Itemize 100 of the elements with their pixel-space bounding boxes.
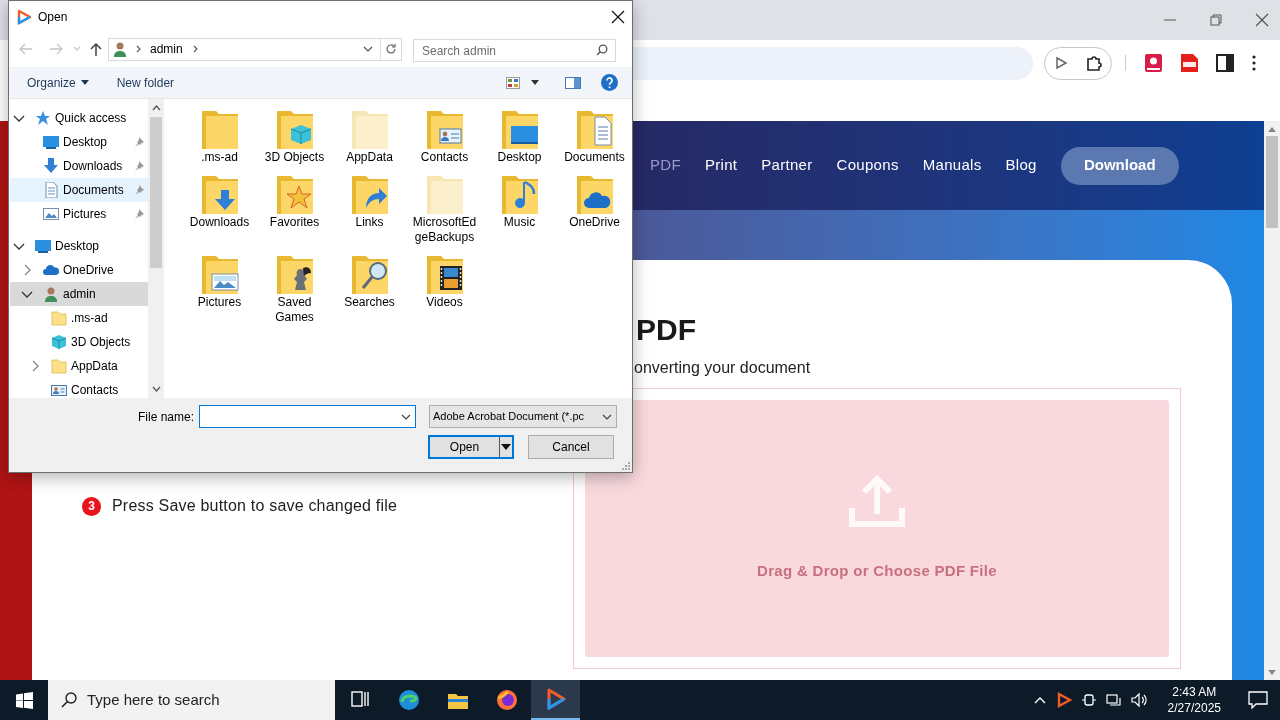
scrollbar-thumb[interactable] (1266, 136, 1278, 228)
speaker-icon[interactable] (1130, 692, 1149, 708)
folder-item[interactable]: Contacts (407, 110, 482, 165)
picture-icon (43, 206, 59, 222)
refresh-icon[interactable] (385, 43, 397, 55)
folder-item[interactable]: Music (482, 175, 557, 245)
folder-item[interactable]: Documents (557, 110, 632, 165)
tree-item[interactable]: Documents (10, 178, 148, 202)
scroll-up-icon[interactable] (1268, 126, 1276, 132)
taskbar-search[interactable]: Type here to search (48, 680, 335, 720)
network-icon[interactable] (1105, 692, 1122, 708)
toolbar-button[interactable]: New folder (108, 70, 183, 95)
tree-item[interactable]: Desktop (10, 130, 148, 154)
view-grid-icon[interactable] (506, 76, 520, 89)
page-scrollbar[interactable] (1264, 121, 1280, 680)
document-icon (43, 182, 59, 198)
puzzle-icon[interactable] (1084, 54, 1103, 72)
drop-zone-label: Drag & Drop or Choose PDF File (757, 561, 997, 582)
caret-icon (401, 413, 412, 420)
step-text: Press Save button to save changed file (112, 496, 398, 516)
folder-item[interactable]: Saved Games (257, 255, 332, 325)
nav-link[interactable]: Manuals (922, 154, 982, 177)
notification-icon[interactable] (1248, 691, 1268, 709)
page-subtitle: onverting your document (634, 358, 811, 378)
clock[interactable]: 2:43 AM 2/27/2025 (1163, 684, 1225, 716)
pdf-file-icon[interactable] (1180, 53, 1199, 73)
play-icon[interactable] (1055, 692, 1072, 708)
tree-item[interactable]: Contacts (10, 378, 148, 398)
nav-link[interactable]: Coupons (836, 154, 899, 177)
caret-icon[interactable] (531, 80, 539, 85)
scroll-down-icon[interactable] (151, 386, 161, 392)
folder-item[interactable]: MicrosoftEdgeBackups (407, 175, 482, 245)
resize-grip-icon[interactable] (621, 461, 630, 470)
help-icon[interactable] (601, 74, 618, 91)
folder-item[interactable]: Desktop (482, 110, 557, 165)
folder-item[interactable]: Searches (332, 255, 407, 325)
download-button[interactable]: Download (1060, 146, 1179, 185)
nav-link[interactable]: Print (704, 154, 738, 177)
folder-item[interactable]: Videos (407, 255, 482, 325)
folder-item[interactable]: Pictures (182, 255, 257, 325)
wave-icon (397, 689, 420, 711)
field-label: File name: (138, 408, 195, 426)
caret-icon[interactable] (500, 444, 512, 450)
toolbar-button[interactable]: Organize (19, 70, 97, 95)
folder-item[interactable]: OneDrive (557, 175, 632, 245)
more-icon[interactable] (1251, 54, 1257, 72)
monitor-icon (43, 134, 59, 150)
sidebar-icon[interactable] (1216, 54, 1234, 72)
folder-item[interactable]: AppData (332, 110, 407, 165)
scroll-up-icon[interactable] (151, 105, 161, 111)
dialog-button[interactable]: Open (428, 435, 514, 459)
monitor-icon (35, 238, 51, 254)
preview-pane-icon[interactable] (565, 76, 581, 89)
tree-item[interactable]: Quick access (10, 106, 148, 130)
dialog-button[interactable]: Cancel (528, 435, 614, 459)
folder-item[interactable]: 3D Objects (257, 110, 332, 165)
tree-item[interactable]: admin (10, 282, 148, 306)
user-icon (43, 286, 59, 302)
tree-item[interactable]: OneDrive (10, 258, 148, 282)
tree-item[interactable]: Desktop (10, 234, 148, 258)
taskbar-app[interactable] (531, 680, 580, 720)
nav-link[interactable]: Partner (761, 154, 813, 177)
file-name-field[interactable] (199, 405, 417, 428)
tree-item[interactable]: 3D Objects (10, 330, 148, 354)
address-field[interactable]: admin (108, 37, 402, 61)
scroll-down-icon[interactable] (1268, 670, 1276, 676)
tree-scrollbar[interactable] (148, 99, 164, 398)
folder-icon (51, 358, 67, 374)
scrollbar-thumb[interactable] (150, 117, 162, 268)
fox-icon (495, 689, 518, 711)
close-icon[interactable] (611, 10, 625, 24)
book-icon[interactable] (1144, 53, 1163, 73)
nav-link[interactable]: PDF (650, 154, 681, 177)
breadcrumb-item[interactable]: admin (150, 40, 183, 58)
tree-item[interactable]: AppData (10, 354, 148, 378)
start-icon[interactable] (15, 691, 33, 709)
download-arrow-icon (43, 158, 59, 174)
search-field[interactable]: Search admin (413, 39, 616, 62)
folder-icon (51, 310, 67, 326)
chevron-right-icon (192, 45, 199, 53)
folder-item[interactable]: .ms-ad (182, 110, 257, 165)
play-icon[interactable] (1053, 56, 1068, 70)
file-type-dropdown[interactable]: Adobe Acrobat Document (*.pc (429, 405, 618, 428)
nav-link[interactable]: Blog (1005, 154, 1037, 177)
folder-item[interactable]: Favorites (257, 175, 332, 245)
tree-item[interactable]: Pictures (10, 202, 148, 226)
tree-item[interactable]: Downloads (10, 154, 148, 178)
search-icon (61, 692, 77, 708)
page-heading: PDF (635, 312, 696, 348)
device-icon[interactable] (1080, 692, 1097, 708)
folder-item[interactable]: Downloads (182, 175, 257, 245)
user-icon (113, 41, 127, 57)
step-number: 3 (82, 496, 101, 516)
folder-item[interactable]: Links (332, 175, 407, 245)
tree-item[interactable]: .ms-ad (10, 306, 148, 330)
caret-icon[interactable] (363, 46, 373, 52)
caret-icon (602, 413, 613, 420)
up-arrow-icon[interactable] (90, 42, 102, 56)
caret-icon (80, 80, 89, 85)
restore-icon[interactable] (1208, 12, 1224, 28)
